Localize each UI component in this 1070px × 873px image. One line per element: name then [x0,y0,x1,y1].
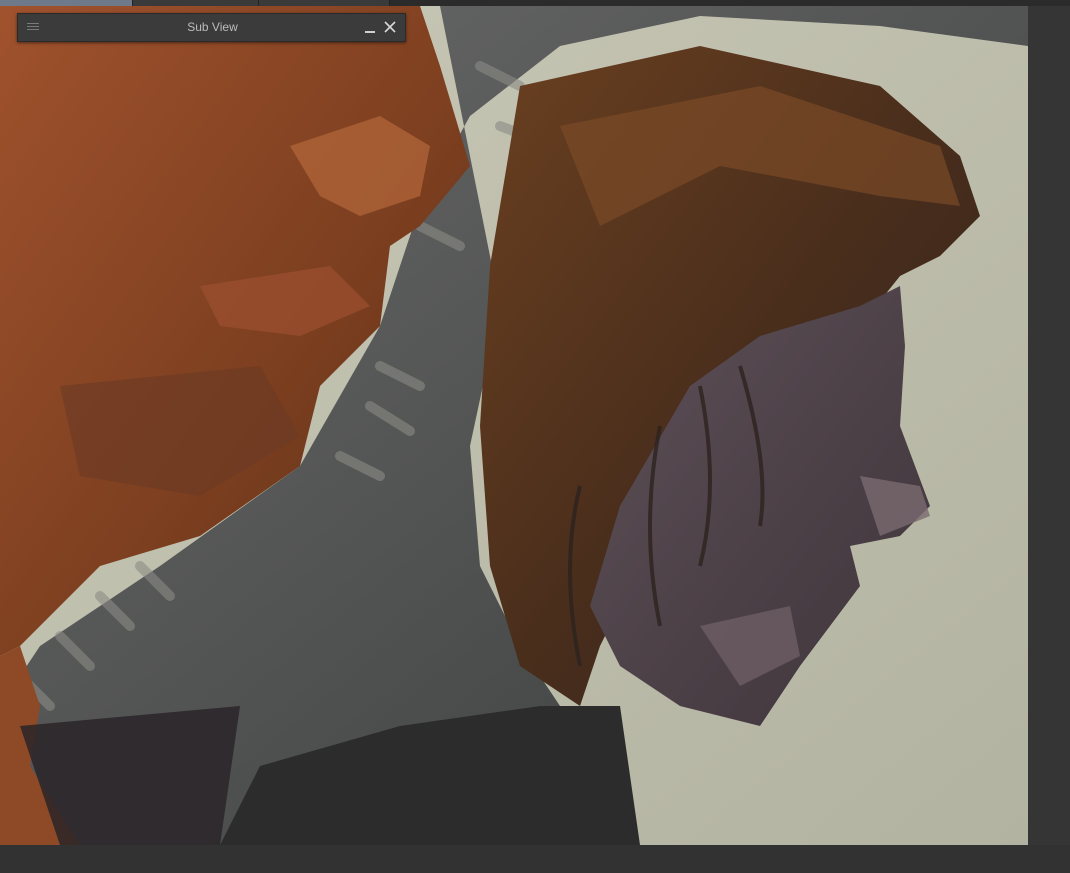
minimize-button[interactable] [361,18,379,36]
artwork-canvas[interactable] [0,6,1028,845]
hamburger-menu-icon[interactable] [27,21,39,33]
drawing-canvas[interactable] [0,6,1028,845]
sub-view-title: Sub View [187,20,238,34]
minimize-icon [365,31,375,33]
app-window: Sub View [0,0,1070,873]
sub-view-panel[interactable]: Sub View [17,13,406,42]
close-button[interactable] [381,18,399,36]
status-area [0,845,1070,873]
canvas-gutter [1028,6,1070,845]
close-icon [384,21,396,33]
